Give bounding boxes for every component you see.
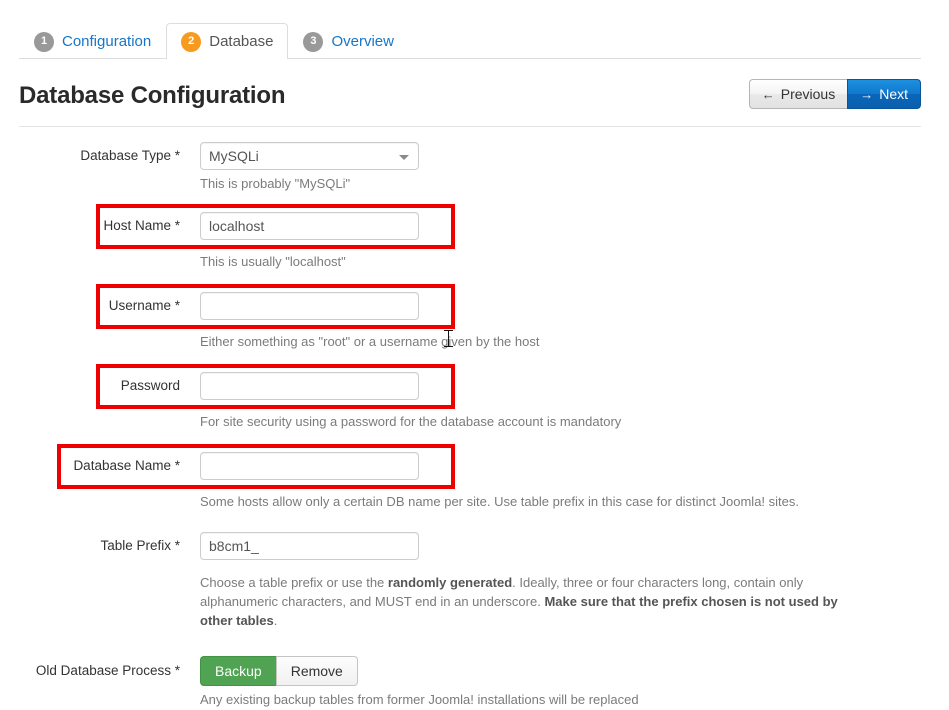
database-name-label: Database Name * xyxy=(73,458,180,473)
table-prefix-help: Choose a table prefix or use the randoml… xyxy=(200,573,870,630)
table-prefix-input[interactable]: b8cm1_ xyxy=(200,532,419,560)
database-configuration-form: Database Type * MySQLi This is probably … xyxy=(0,0,949,710)
table-prefix-help-part1: Choose a table prefix or use the xyxy=(200,575,388,590)
password-label: Password xyxy=(120,378,180,393)
backup-button[interactable]: Backup xyxy=(200,656,276,686)
old-database-process-help: Any existing backup tables from former J… xyxy=(200,692,639,707)
old-database-process-label: Old Database Process * xyxy=(35,663,180,678)
database-name-input[interactable] xyxy=(200,452,419,480)
host-name-input[interactable]: localhost xyxy=(200,212,419,240)
database-type-help: This is probably "MySQLi" xyxy=(200,176,351,191)
host-name-label: Host Name * xyxy=(103,218,180,233)
table-prefix-help-part3: . xyxy=(273,613,278,628)
database-name-help: Some hosts allow only a certain DB name … xyxy=(200,494,799,509)
username-help: Either something as "root" or a username… xyxy=(200,334,540,349)
tab-database-number: 2 xyxy=(181,31,202,52)
password-input[interactable] xyxy=(200,372,419,400)
chevron-down-icon xyxy=(399,155,409,160)
database-type-label: Database Type * xyxy=(80,148,180,163)
table-prefix-value: b8cm1_ xyxy=(209,538,259,554)
database-type-select[interactable]: MySQLi xyxy=(200,142,419,170)
password-help: For site security using a password for t… xyxy=(200,414,622,429)
tab-database[interactable]: 2 Database xyxy=(166,23,289,60)
table-prefix-label: Table Prefix * xyxy=(100,538,180,553)
host-name-value: localhost xyxy=(209,218,265,234)
username-label: Username * xyxy=(108,298,180,313)
username-input[interactable] xyxy=(200,292,419,320)
remove-button[interactable]: Remove xyxy=(275,656,358,686)
old-database-process-toggle: Backup Remove xyxy=(200,656,358,686)
host-name-help: This is usually "localhost" xyxy=(200,254,346,269)
tab-database-label: Database xyxy=(209,33,274,50)
table-prefix-help-bold1: randomly generated xyxy=(387,575,513,590)
database-type-value: MySQLi xyxy=(209,148,259,164)
